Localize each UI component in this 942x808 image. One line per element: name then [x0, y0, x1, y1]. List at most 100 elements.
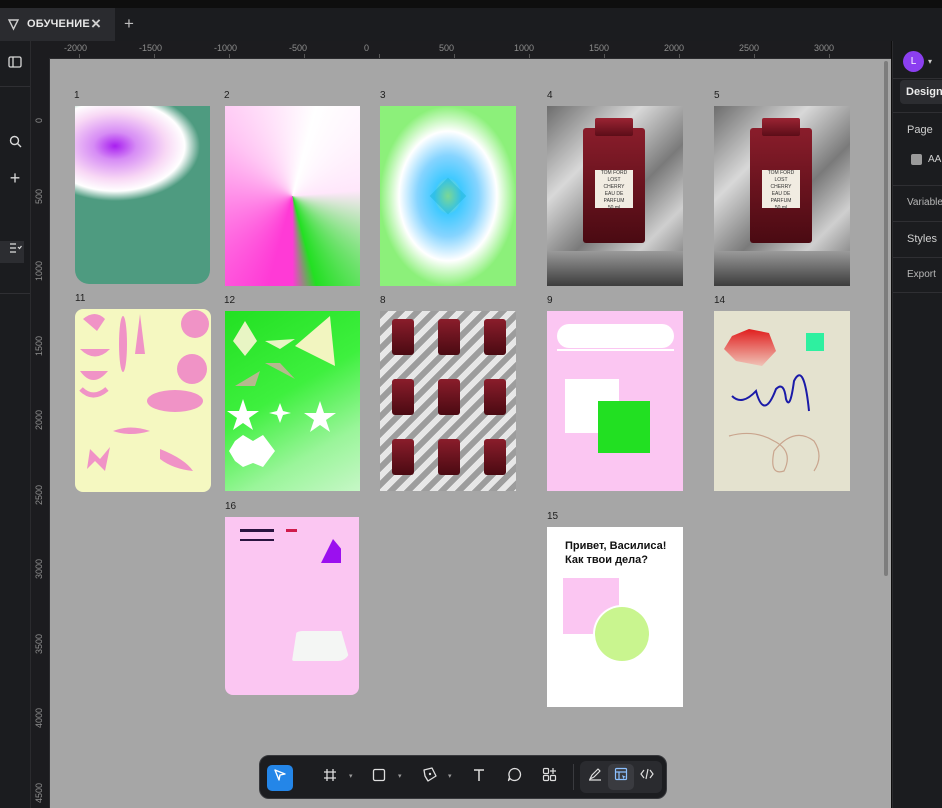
ruler-top: -2000 -1500 -1000 -500 0 500 1000 1500 2000 2500 3…: [31, 41, 891, 59]
new-tab-icon[interactable]: +: [124, 14, 134, 34]
chevron-down-icon[interactable]: ▾: [349, 772, 353, 780]
frame-2-artboard[interactable]: [225, 106, 360, 286]
frame-14-artboard[interactable]: [714, 311, 850, 491]
ruler-top-label: 500: [439, 43, 455, 53]
frame-11-artboard[interactable]: [75, 309, 211, 492]
frame-9-artboard[interactable]: [547, 311, 683, 491]
ruler-top-tick: [229, 54, 230, 58]
draw-mode-icon[interactable]: [582, 764, 608, 790]
styles-section[interactable]: Styles: [907, 233, 937, 245]
tab-title: ОБУЧЕНИЕ: [27, 18, 90, 30]
ruler-top-label: 1500: [589, 43, 610, 53]
vertical-scrollbar[interactable]: [884, 61, 888, 576]
tab-close-icon[interactable]: ×: [91, 14, 101, 34]
rectangle-tool-button[interactable]: [366, 765, 392, 791]
ruler-top-tick: [304, 54, 305, 58]
left-toolbar: +: [0, 41, 31, 808]
frame-1-artboard[interactable]: [75, 106, 210, 284]
ruler-top-tick: [529, 54, 530, 58]
frame-label: 2: [224, 90, 230, 101]
frame-label: 4: [547, 90, 553, 101]
ruler-left-label: 4000: [34, 707, 44, 728]
frame-label: 5: [714, 90, 720, 101]
plugins-button[interactable]: [536, 765, 562, 791]
ruler-top-label: 3000: [814, 43, 835, 53]
penpot-logo-icon: [7, 19, 20, 31]
ruler-top-label: -2000: [64, 43, 88, 53]
chevron-down-icon[interactable]: ▾: [398, 772, 402, 780]
ruler-left: 0 500 1000 1500 2000 2500 3000 3500 4000 4500: [31, 58, 50, 808]
tab-obuchenie[interactable]: ОБУЧЕНИЕ ×: [0, 8, 115, 41]
ruler-top-tick: [79, 54, 80, 58]
canvas[interactable]: 1 2 3 4 TOM FORD LOST CHERRY EAU DE PARF…: [50, 59, 891, 808]
ruler-top-tick: [679, 54, 680, 58]
ruler-left-label: 1000: [34, 260, 44, 281]
ruler-left-label: 2500: [34, 484, 44, 505]
frame-12-artboard[interactable]: [225, 311, 360, 491]
perfume-brand: TOM FORD: [767, 170, 795, 176]
page-section-title: Page: [907, 124, 933, 136]
ruler-top-tick: [454, 54, 455, 58]
ruler-left-label: 2000: [34, 409, 44, 430]
perfume-line4: 50 ml: [774, 205, 788, 211]
user-avatar[interactable]: L: [903, 51, 924, 72]
comment-tool-button[interactable]: [501, 765, 527, 791]
ruler-top-tick: [154, 54, 155, 58]
ruler-left-label: 500: [34, 188, 44, 204]
chevron-down-icon[interactable]: ▾: [928, 57, 932, 66]
ruler-top-label: -1500: [139, 43, 163, 53]
frame-15-artboard[interactable]: Привет, Василиса! Как твои дела?: [547, 527, 683, 707]
perfume-line3: EAU DE PARFUM: [603, 191, 625, 204]
page-color-swatch[interactable]: [911, 154, 922, 165]
tab-bar: ОБУЧЕНИЕ × +: [0, 8, 942, 41]
ruler-top-tick: [754, 54, 755, 58]
perfume-line3: EAU DE PARFUM: [770, 191, 792, 204]
variables-section[interactable]: Variable: [907, 197, 942, 208]
frame-8-perfume-grid[interactable]: [380, 311, 516, 491]
frame-tool-button[interactable]: [317, 765, 343, 791]
frame-label: 8: [380, 295, 386, 306]
ruler-top-label: 2500: [739, 43, 760, 53]
frame-label: 9: [547, 295, 553, 306]
frame-label: 15: [547, 511, 559, 522]
ruler-top-label: 0: [364, 43, 370, 53]
perfume-line4: 50 ml: [607, 205, 621, 211]
sidebar-toggle-icon[interactable]: [5, 53, 25, 73]
frame-label: 16: [225, 501, 237, 512]
inspect-mode-icon[interactable]: [608, 764, 634, 790]
pointer-tool-button[interactable]: [267, 765, 293, 791]
tab-design[interactable]: Design: [900, 80, 942, 104]
ruler-top-label: 2000: [664, 43, 685, 53]
add-icon[interactable]: +: [5, 168, 25, 188]
frame-16-artboard[interactable]: [225, 517, 359, 695]
ruler-top-label: -1000: [214, 43, 238, 53]
code-mode-icon[interactable]: [634, 764, 660, 790]
text-tool-button[interactable]: [466, 765, 492, 791]
ruler-top-tick: [829, 54, 830, 58]
frame-label: 11: [75, 293, 86, 304]
ruler-left-label: 1500: [34, 335, 44, 356]
page-item-label[interactable]: AA: [928, 154, 941, 165]
ruler-top-tick: [379, 54, 380, 58]
greeting-text: Привет, Василиса! Как твои дела?: [565, 540, 667, 566]
perfume-line1: LOST: [774, 177, 788, 183]
export-section[interactable]: Export: [907, 269, 936, 280]
search-icon[interactable]: [5, 133, 25, 153]
frame-3-artboard[interactable]: [380, 106, 516, 286]
ruler-left-label: 3000: [34, 558, 44, 579]
ruler-left-label: 0: [34, 117, 44, 123]
ruler-top-label: 1000: [514, 43, 535, 53]
perfume-line2: CHERRY: [603, 184, 625, 190]
frame-5-perfume-photo[interactable]: TOM FORD LOST CHERRY EAU DE PARFUM 50 ml: [714, 106, 850, 286]
perfume-line1: LOST: [607, 177, 621, 183]
frame-label: 12: [224, 295, 236, 306]
ruler-top-label: -500: [289, 43, 308, 53]
pen-tool-button[interactable]: [416, 765, 442, 791]
frame-4-perfume-photo[interactable]: TOM FORD LOST CHERRY EAU DE PARFUM 50 ml: [547, 106, 683, 286]
chevron-down-icon[interactable]: ▾: [448, 772, 452, 780]
list-checks-icon[interactable]: [5, 239, 25, 259]
ruler-left-label: 3500: [34, 633, 44, 654]
ruler-top-tick: [604, 54, 605, 58]
bottom-toolbar: ▾ ▾ ▾: [259, 755, 667, 799]
perfume-line2: CHERRY: [770, 184, 792, 190]
